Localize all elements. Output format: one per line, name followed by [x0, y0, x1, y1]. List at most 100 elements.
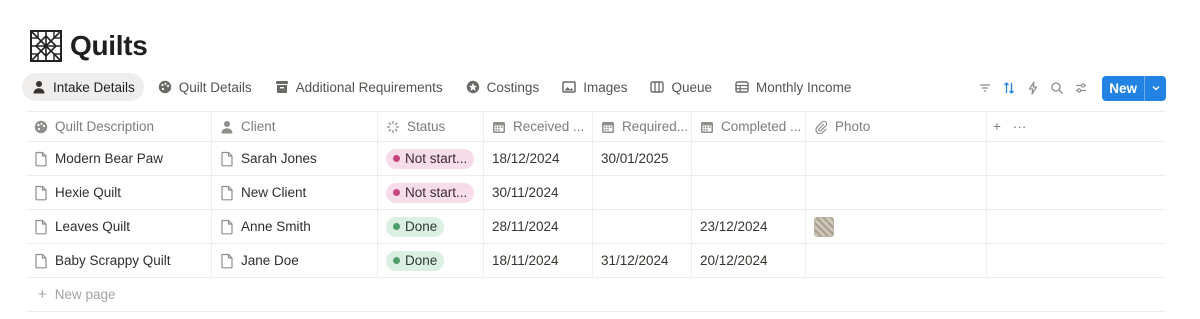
cell-photo[interactable] [806, 244, 987, 277]
page-icon [34, 185, 48, 201]
cell-completed[interactable] [692, 142, 806, 175]
cell-completed[interactable]: 23/12/2024 [692, 210, 806, 243]
page-title[interactable]: Quilts [70, 30, 148, 62]
tab-intake-details[interactable]: Intake Details [22, 73, 144, 101]
status-text: Not start... [405, 151, 468, 166]
tab-images[interactable]: Images [552, 73, 636, 101]
received-date: 18/11/2024 [492, 253, 559, 268]
cell-quilt-description[interactable]: Modern Bear Paw [26, 142, 212, 175]
cell-quilt-description[interactable]: Leaves Quilt [26, 210, 212, 243]
sort-icon[interactable] [998, 77, 1020, 99]
tab-label: Intake Details [53, 79, 135, 95]
table-header: Quilt Description Client Status Received… [26, 111, 1166, 142]
tab-label: Queue [671, 79, 713, 95]
status-text: Done [405, 219, 438, 234]
column-label: Required... [622, 119, 689, 134]
column-header-photo[interactable]: Photo [806, 112, 987, 141]
tab-label: Costings [486, 79, 540, 95]
tab-quilt-details[interactable]: Quilt Details [148, 73, 261, 101]
status-icon [386, 120, 400, 134]
chevron-down-icon [1150, 82, 1162, 94]
required-date: 30/01/2025 [601, 151, 669, 166]
database-table: Quilt Description Client Status Received… [26, 111, 1166, 312]
column-label: Status [407, 119, 446, 134]
tab-label: Monthly Income [756, 79, 852, 95]
cell-received[interactable]: 18/11/2024 [484, 244, 593, 277]
more-options-button[interactable]: ··· [1013, 119, 1027, 134]
board-icon [650, 80, 665, 94]
quilt-description-text: Hexie Quilt [55, 185, 122, 200]
photo-thumbnail[interactable] [814, 216, 834, 237]
page-icon [220, 219, 234, 235]
column-label: Completed ... [721, 119, 802, 134]
new-page-label: New page [54, 287, 116, 302]
received-date: 30/11/2024 [492, 185, 559, 200]
cell-completed[interactable] [692, 176, 806, 209]
status-dot-icon [393, 257, 400, 264]
cell-received[interactable]: 28/11/2024 [484, 210, 593, 243]
quilt-block-icon[interactable] [30, 30, 62, 62]
cell-status[interactable]: Done [378, 210, 484, 243]
cell-quilt-description[interactable]: Baby Scrappy Quilt [26, 244, 212, 277]
automation-icon[interactable] [1022, 77, 1044, 99]
column-label: Received ... [513, 119, 585, 134]
client-text: Anne Smith [241, 219, 311, 234]
tab-additional-requirements[interactable]: Additional Requirements [265, 73, 452, 101]
new-page-button[interactable]: + New page [26, 278, 1166, 312]
cell-photo[interactable] [806, 210, 987, 243]
new-dropdown-button[interactable] [1144, 75, 1166, 101]
page-icon [34, 151, 48, 167]
image-icon [562, 80, 576, 94]
person-icon [220, 120, 234, 134]
cell-client[interactable]: Anne Smith [212, 210, 378, 243]
column-header-status[interactable]: Status [378, 112, 484, 141]
table-row[interactable]: Modern Bear Paw Sarah Jones Not start... 18… [26, 142, 1166, 176]
cell-client[interactable]: Jane Doe [212, 244, 378, 277]
cell-empty [987, 142, 1166, 175]
table-icon [735, 80, 749, 94]
cell-status[interactable]: Not start... [378, 176, 484, 209]
client-text: Jane Doe [241, 253, 299, 268]
cell-required[interactable] [593, 176, 692, 209]
column-header-received[interactable]: Received ... [484, 112, 593, 141]
cell-received[interactable]: 18/12/2024 [484, 142, 593, 175]
cell-received[interactable]: 30/11/2024 [484, 176, 593, 209]
cell-empty [987, 244, 1166, 277]
cell-required[interactable]: 30/01/2025 [593, 142, 692, 175]
column-header-completed[interactable]: Completed ... [692, 112, 806, 141]
settings-icon[interactable] [1070, 77, 1092, 99]
add-column-button[interactable]: + [993, 119, 1001, 134]
table-row[interactable]: Leaves Quilt Anne Smith Done 28/11/2024 23/1… [26, 210, 1166, 244]
palette-icon [34, 120, 48, 134]
column-header-quilt-description[interactable]: Quilt Description [26, 112, 212, 141]
filter-icon[interactable] [974, 77, 996, 99]
new-button-group: New [1102, 75, 1166, 101]
table-row[interactable]: Baby Scrappy Quilt Jane Doe Done 18/11/2024… [26, 244, 1166, 278]
cell-status[interactable]: Not start... [378, 142, 484, 175]
cell-client[interactable]: Sarah Jones [212, 142, 378, 175]
view-tabs: Intake Details Quilt Details Additional … [22, 73, 864, 101]
cell-empty [987, 210, 1166, 243]
cell-client[interactable]: New Client [212, 176, 378, 209]
cell-photo[interactable] [806, 142, 987, 175]
tab-queue[interactable]: Queue [640, 73, 721, 101]
cell-required[interactable]: 31/12/2024 [593, 244, 692, 277]
column-header-required[interactable]: Required... [593, 112, 692, 141]
search-icon[interactable] [1046, 77, 1068, 99]
page-icon [220, 151, 234, 167]
cell-quilt-description[interactable]: Hexie Quilt [26, 176, 212, 209]
cell-status[interactable]: Done [378, 244, 484, 277]
table-row[interactable]: Hexie Quilt New Client Not start... 30/11/2… [26, 176, 1166, 210]
column-header-client[interactable]: Client [212, 112, 378, 141]
cell-required[interactable] [593, 210, 692, 243]
person-icon [32, 80, 46, 94]
tab-monthly-income[interactable]: Monthly Income [725, 73, 860, 101]
new-button[interactable]: New [1102, 76, 1144, 101]
calendar-icon [492, 120, 506, 134]
plus-icon: + [38, 286, 47, 303]
required-date: 31/12/2024 [601, 253, 669, 268]
cell-completed[interactable]: 20/12/2024 [692, 244, 806, 277]
status-text: Done [405, 253, 438, 268]
cell-photo[interactable] [806, 176, 987, 209]
tab-costings[interactable]: Costings [456, 73, 549, 101]
